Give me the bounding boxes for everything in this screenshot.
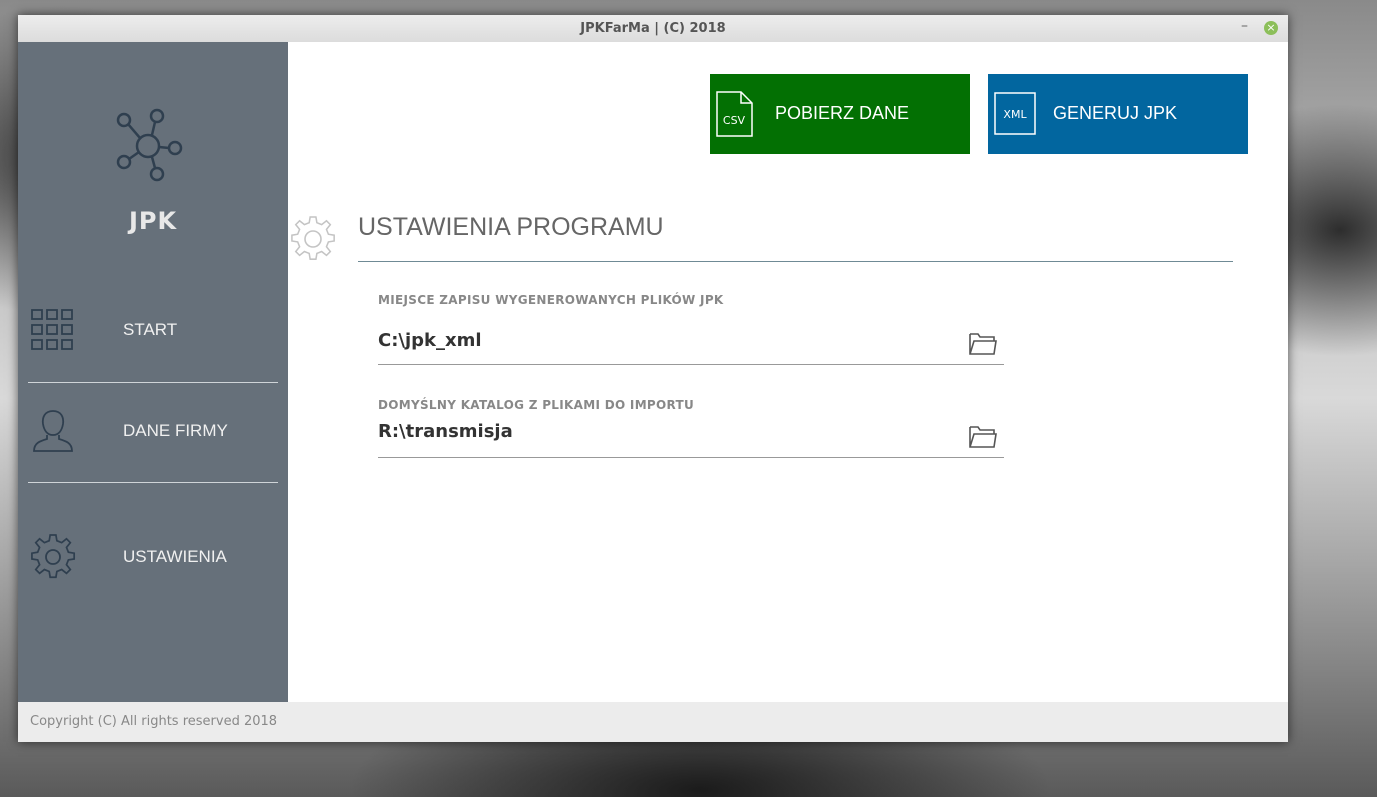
copyright-text: Copyright (C) All rights reserved 2018 <box>30 714 278 729</box>
app-window: JPKFarMa | (C) 2018 – × JPK START DANE F… <box>18 15 1288 742</box>
svg-text:CSV: CSV <box>723 114 746 127</box>
sidebar-item-start[interactable]: START <box>28 282 278 382</box>
gear-icon <box>31 534 76 579</box>
svg-text:XML: XML <box>1003 108 1027 121</box>
title-bar: JPKFarMa | (C) 2018 – × <box>18 15 1288 43</box>
sidebar-item-label: USTAWIENIA <box>123 547 227 566</box>
settings-gear-icon <box>291 216 335 260</box>
sidebar: JPK START DANE FIRMY USTAWIENIA <box>18 42 288 702</box>
csv-file-icon: CSV <box>716 91 753 137</box>
output-path-field[interactable]: C:\jpk_xml <box>378 330 482 351</box>
sidebar-item-label: DANE FIRMY <box>123 421 228 440</box>
page-title: USTAWIENIA PROGRAMU <box>358 213 664 241</box>
pobierz-dane-label: POBIERZ DANE <box>775 103 910 123</box>
output-path-label: MIEJSCE ZAPISU WYGENEROWANYCH PLIKÓW JPK <box>378 293 724 307</box>
user-icon <box>33 410 73 452</box>
sidebar-item-dane-firmy[interactable]: DANE FIRMY <box>28 383 278 483</box>
generuj-jpk-button[interactable]: XML GENERUJ JPK <box>988 74 1248 154</box>
sidebar-item-label: START <box>123 320 178 339</box>
sidebar-item-ustawienia[interactable]: USTAWIENIA <box>28 483 278 583</box>
close-button[interactable]: × <box>1264 21 1278 35</box>
import-dir-field[interactable]: R:\transmisja <box>378 421 513 442</box>
grid-icon <box>31 309 73 350</box>
footer: Copyright (C) All rights reserved 2018 <box>18 702 1288 742</box>
generuj-jpk-label: GENERUJ JPK <box>1053 103 1178 123</box>
field-underline <box>378 364 1004 365</box>
title-underline <box>358 261 1233 262</box>
folder-open-icon[interactable] <box>968 423 998 449</box>
window-title: JPKFarMa | (C) 2018 <box>580 21 726 36</box>
main-content: CSV POBIERZ DANE XML GENERUJ JPK USTAWIE… <box>288 42 1288 702</box>
field-underline <box>378 457 1004 458</box>
import-dir-label: DOMYŚLNY KATALOG Z PLIKAMI DO IMPORTU <box>378 398 695 412</box>
xml-file-icon: XML <box>994 92 1036 135</box>
pobierz-dane-button[interactable]: CSV POBIERZ DANE <box>710 74 970 154</box>
logo-text: JPK <box>128 207 178 235</box>
folder-open-icon[interactable] <box>968 330 998 356</box>
minimize-button[interactable]: – <box>1241 18 1248 34</box>
network-logo-icon <box>116 108 183 182</box>
